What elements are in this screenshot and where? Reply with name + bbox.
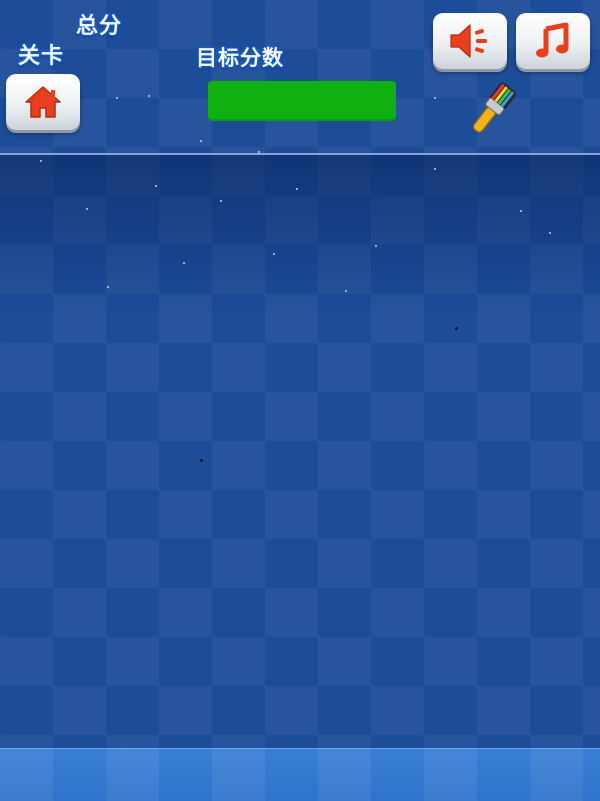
paint-brush-button[interactable] [460, 80, 524, 140]
target-score-label: 目标分数 [196, 46, 284, 70]
sparkle [183, 262, 185, 264]
dark-speck [200, 459, 203, 462]
sparkle [273, 253, 275, 255]
dark-speck [455, 327, 458, 330]
hud-divider [0, 153, 600, 155]
total-score-label: 总分 [76, 14, 123, 39]
sparkle [434, 97, 436, 99]
sparkle [155, 185, 157, 187]
sparkle [296, 188, 298, 190]
sound-button[interactable] [433, 13, 507, 69]
sparkle [434, 168, 436, 170]
sparkle [148, 95, 150, 97]
paintbrush-icon [473, 82, 517, 133]
sparkle [40, 160, 42, 162]
home-button[interactable] [6, 74, 80, 130]
level-label: 关卡 [18, 44, 65, 69]
speaker-icon [450, 24, 487, 58]
sparkle [345, 290, 347, 292]
sparkle [220, 200, 222, 202]
sparkle [549, 232, 551, 234]
sparkle [375, 245, 377, 247]
sparkle [107, 286, 109, 288]
music-note-icon [536, 22, 569, 58]
sparkle [520, 210, 522, 212]
music-button[interactable] [516, 13, 590, 69]
sparkle [200, 140, 202, 142]
target-score-bar [208, 81, 396, 121]
bottom-strip [0, 748, 600, 801]
sparkle [86, 208, 88, 210]
sparkle [116, 97, 118, 99]
home-icon [25, 86, 61, 118]
board-top-shade [0, 155, 600, 315]
bottom-strip-pattern [0, 749, 600, 801]
